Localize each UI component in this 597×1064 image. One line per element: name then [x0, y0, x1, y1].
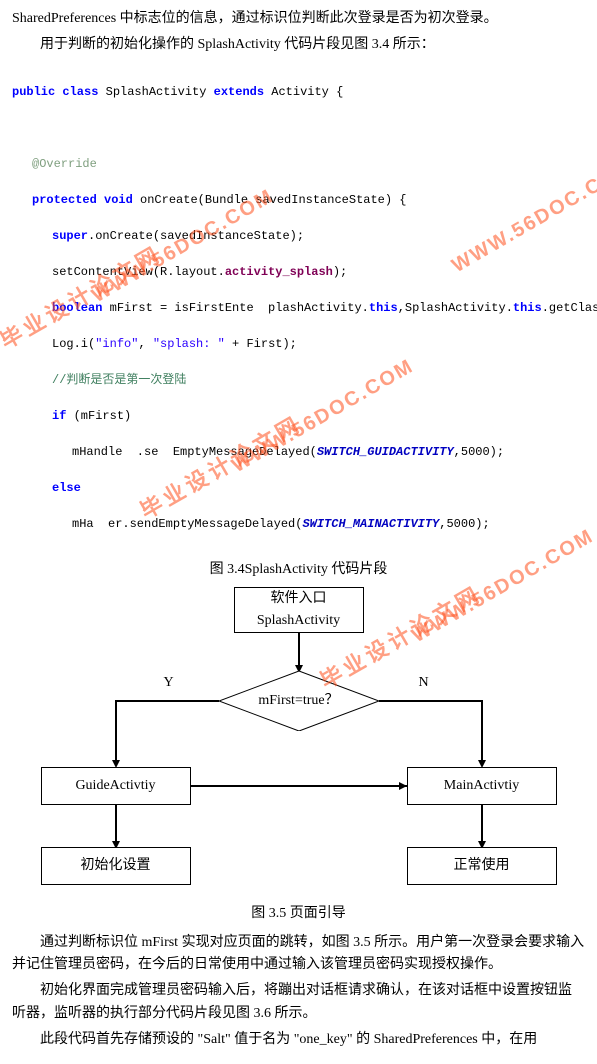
flow-main-box: MainActivtiy — [407, 767, 557, 805]
code-text: + First); — [225, 337, 297, 351]
code-text: mHandle .se EmptyMessageDelayed( — [72, 445, 317, 459]
code-text: mFirst = isFirstEnte plashActivity. — [102, 301, 368, 315]
paragraph-4: 初始化界面完成管理员密码输入后，将蹦出对话框请求确认，在该对话框中设置按钮监听器… — [12, 980, 585, 1025]
code-kw: super — [52, 229, 88, 243]
code-text: mHa er.sendEmptyMessageDelayed( — [72, 517, 302, 531]
flow-decision: mFirst=true？ — [219, 671, 379, 731]
flow-init-label: 初始化设置 — [48, 855, 184, 877]
code-block: public class SplashActivity extends Acti… — [12, 65, 585, 551]
code-ident: activity_splash — [225, 265, 333, 279]
flow-no-label: N — [419, 672, 429, 694]
code-text: ,SplashActivity. — [398, 301, 513, 315]
paragraph-2: 用于判断的初始化操作的 SplashActivity 代码片段见图 3.4 所示… — [12, 34, 585, 56]
flow-entry-label-1: 软件入口 — [241, 588, 357, 610]
code-text: .onCreate(savedInstanceState); — [88, 229, 304, 243]
paragraph-1: SharedPreferences 中标志位的信息，通过标识位判断此次登录是否为… — [12, 8, 585, 30]
paragraph-5: 此段代码首先存储预设的 "Salt" 值于名为 "one_key" 的 Shar… — [12, 1029, 585, 1051]
code-text: .getClass().getName()); — [542, 301, 597, 315]
flow-guide-box: GuideActivtiy — [41, 767, 191, 805]
code-text: ,5000); — [439, 517, 489, 531]
flow-init-box: 初始化设置 — [41, 847, 191, 885]
code-kw: boolean — [52, 301, 102, 315]
code-kw: public class — [12, 85, 98, 99]
code-text: , — [138, 337, 152, 351]
paragraph-3: 通过判断标识位 mFirst 实现对应页面的跳转，如图 3.5 所示。用户第一次… — [12, 932, 585, 977]
code-text: setContentView(R.layout. — [52, 265, 225, 279]
flowchart: 软件入口 SplashActivity mFirst=true？ Y N Gui… — [19, 587, 579, 897]
flow-decision-label: mFirst=true？ — [258, 690, 338, 712]
code-comment: //判断是否是第一次登陆 — [52, 373, 186, 387]
code-string: "info" — [95, 337, 138, 351]
flow-entry-box: 软件入口 SplashActivity — [234, 587, 364, 633]
code-kw: if — [52, 409, 66, 423]
flow-entry-label-2: SplashActivity — [241, 610, 357, 632]
code-text: ); — [333, 265, 347, 279]
code-text: onCreate(Bundle savedInstanceState) { — [133, 193, 407, 207]
flow-normal-box: 正常使用 — [407, 847, 557, 885]
code-kw: protected void — [32, 193, 133, 207]
code-annotation: @Override — [32, 157, 97, 171]
code-text: SplashActivity — [98, 85, 213, 99]
code-const: SWITCH_MAINACTIVITY — [302, 517, 439, 531]
code-string: "splash: " — [153, 337, 225, 351]
figure-caption-1: 图 3.4SplashActivity 代码片段 — [12, 559, 585, 581]
flow-normal-label: 正常使用 — [414, 855, 550, 877]
code-kw: this — [513, 301, 542, 315]
flow-guide-label: GuideActivtiy — [48, 775, 184, 797]
code-kw: extends — [214, 85, 264, 99]
code-text: ,5000); — [454, 445, 504, 459]
flow-yes-label: Y — [164, 672, 174, 694]
code-text: Activity { — [264, 85, 343, 99]
code-const: SWITCH_GUIDACTIVITY — [317, 445, 454, 459]
code-text: Log.i( — [52, 337, 95, 351]
figure-caption-2: 图 3.5 页面引导 — [12, 903, 585, 925]
code-kw: this — [369, 301, 398, 315]
flow-main-label: MainActivtiy — [414, 775, 550, 797]
code-kw: else — [52, 481, 81, 495]
code-text: (mFirst) — [66, 409, 131, 423]
